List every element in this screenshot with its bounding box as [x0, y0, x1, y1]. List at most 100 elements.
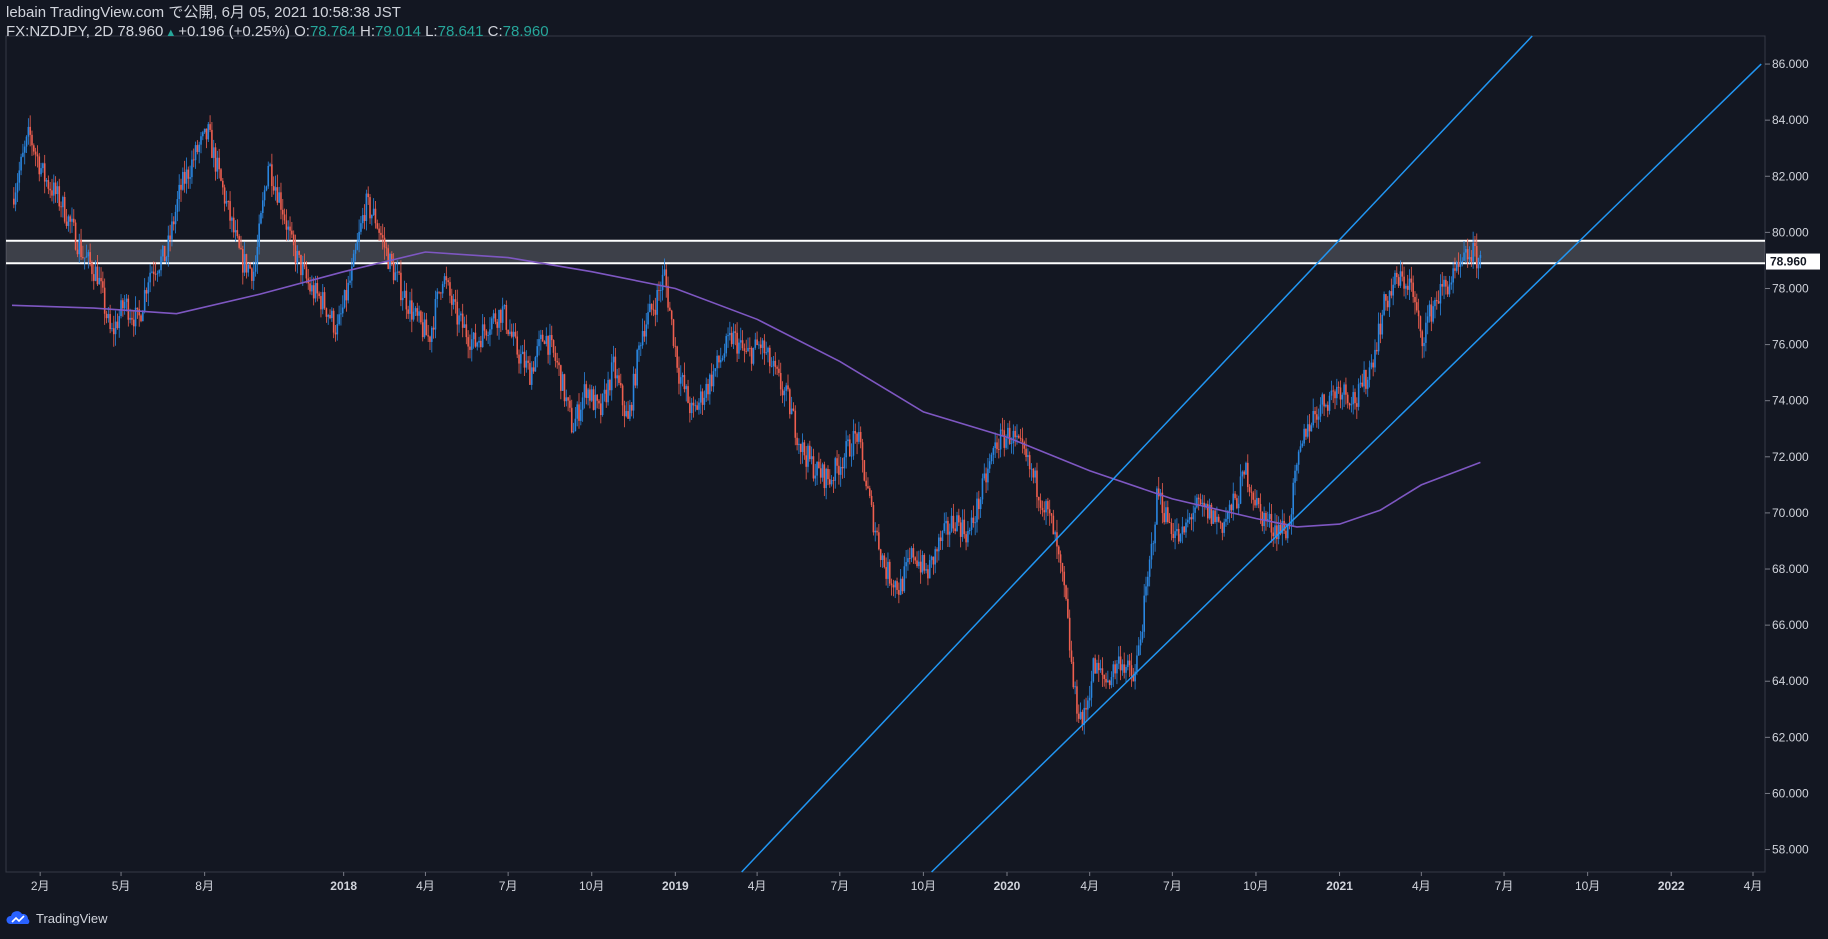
candle-body [540, 334, 542, 340]
candle-body [1101, 668, 1104, 675]
candle-body [56, 186, 59, 195]
candle-body [521, 351, 524, 355]
candle-body [1190, 517, 1193, 520]
candle-body [972, 517, 975, 523]
candle-body [901, 578, 904, 592]
candle-body [354, 249, 357, 254]
candle-body [1087, 700, 1089, 710]
candle-body [520, 354, 522, 364]
candle-body [1463, 252, 1465, 261]
candle-body [321, 292, 324, 310]
candle-body [394, 272, 397, 281]
symbol-timeframe[interactable]: FX:NZDJPY, 2D [6, 22, 113, 41]
candle-body [160, 256, 162, 271]
candle-body [1094, 658, 1096, 674]
last-price: 78.960 [117, 23, 164, 40]
candle-body [510, 331, 513, 337]
candle-body [1088, 697, 1091, 701]
candle-body [1074, 686, 1076, 688]
candle-body [976, 498, 978, 523]
tradingview-logo[interactable]: TradingView [6, 910, 108, 926]
candle-body [311, 285, 313, 292]
candle-body [1070, 650, 1073, 662]
candle-body [843, 457, 846, 469]
candle-body [136, 307, 139, 310]
candle-body [1388, 291, 1391, 308]
candle-body [400, 272, 402, 301]
candle-body [18, 170, 21, 183]
candle-body [465, 324, 468, 338]
candle-body [1357, 384, 1360, 407]
candle-body [1068, 617, 1071, 651]
candle-body [207, 124, 210, 140]
candle-body [543, 341, 546, 344]
candle-body [896, 581, 898, 590]
candle-body [1423, 342, 1425, 347]
resistance-zone[interactable] [6, 240, 1765, 264]
candle-body [674, 345, 677, 347]
candle-body [1130, 665, 1133, 676]
candle-body [345, 290, 348, 301]
candle-body [1305, 428, 1307, 437]
candle-body [1183, 526, 1185, 533]
candle-body [509, 331, 511, 335]
candle-body [329, 314, 331, 319]
candle-body [1319, 404, 1322, 417]
candle-body [574, 418, 577, 432]
candle-body [1452, 268, 1454, 283]
candle-body [463, 324, 466, 328]
chart-pane[interactable] [5, 35, 1766, 873]
candle-body [632, 373, 635, 411]
chart-header: lebain TradingView.com で公開, 6月 05, 2021 … [6, 3, 549, 43]
candle-body [1017, 435, 1020, 438]
candle-body [841, 466, 844, 469]
candle-body [1381, 314, 1384, 335]
candle-body [1256, 498, 1258, 506]
candle-body [999, 429, 1002, 450]
price-chart[interactable]: 86.000 84.000 82.000 80.000 78.000 76.000 74.0… [0, 0, 1828, 939]
candle-body [361, 215, 364, 224]
x-tick-label: 4月 [416, 879, 435, 893]
candle-body [80, 239, 82, 258]
candle-body [1223, 521, 1225, 533]
candle-body [527, 360, 529, 363]
candle-body [461, 313, 464, 328]
candle-body [1177, 528, 1180, 542]
candle-body [787, 385, 789, 390]
candle-body [371, 214, 373, 219]
x-tick-label: 2021 [1326, 879, 1353, 893]
candle-body [369, 197, 371, 219]
candle-body [211, 129, 213, 158]
candle-body [1272, 532, 1275, 537]
candle-body [1341, 394, 1344, 400]
candle-body [63, 196, 66, 222]
x-tick-label: 4月 [1080, 879, 1099, 893]
candle-body [1001, 429, 1004, 431]
candle-body [92, 274, 95, 281]
candle-body [1323, 394, 1325, 407]
candle-body [216, 157, 219, 172]
candle-body [114, 321, 117, 335]
candle-body [214, 147, 217, 172]
candle-body [987, 468, 989, 483]
candle-body [1370, 362, 1373, 368]
candle-body [956, 515, 958, 532]
candle-body [156, 273, 159, 275]
candle-body [1334, 391, 1336, 399]
candle-body [474, 332, 477, 347]
candle-body [1099, 668, 1102, 671]
candle-body [832, 480, 835, 481]
candle-body [109, 314, 111, 329]
high-label: H: [360, 23, 376, 40]
candle-body [1181, 526, 1184, 535]
candle-body [943, 523, 946, 532]
candle-body [821, 464, 824, 478]
candle-body [538, 339, 540, 347]
candle-body [738, 342, 740, 354]
candle-body [939, 537, 942, 542]
candle-body [36, 154, 39, 157]
candle-body [1163, 513, 1165, 523]
candle-body [1392, 284, 1394, 296]
y-tick-label: 74.000 [1772, 394, 1809, 408]
candle-body [138, 309, 141, 316]
